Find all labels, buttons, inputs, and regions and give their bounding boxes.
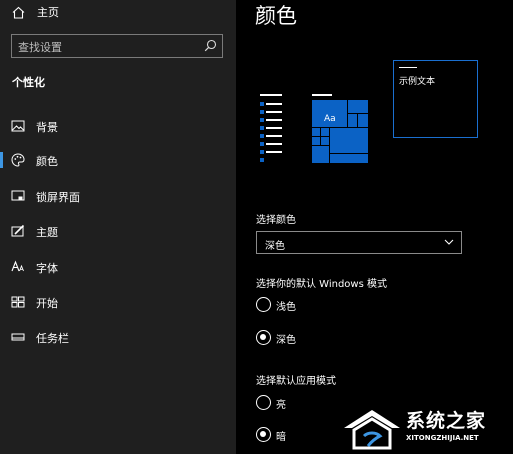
preview-sample-text: 示例文本 <box>399 77 436 87</box>
sidebar-item-start[interactable]: 开始 <box>0 287 236 317</box>
search-icon[interactable] <box>204 39 217 52</box>
sidebar-item-label: 字体 <box>36 262 58 275</box>
font-icon <box>11 260 24 272</box>
sidebar-item-colors[interactable]: 颜色 <box>0 145 236 175</box>
app-mode-dark-label[interactable]: 暗 <box>276 428 286 443</box>
sidebar-item-label: 开始 <box>36 297 58 310</box>
taskbar-icon <box>11 333 25 341</box>
sidebar: 主页 查找设置 个性化 背景 颜色 锁屏界面 主题 字体 开始 任务栏 <box>0 0 236 454</box>
app-mode-label: 选择默认应用模式 <box>256 376 336 387</box>
selection-indicator <box>0 152 3 168</box>
sidebar-item-label: 颜色 <box>36 155 58 168</box>
home-label: 主页 <box>37 6 59 19</box>
watermark-url: XITONGZHIJIA.NET <box>406 434 479 442</box>
preview-underline <box>399 67 417 68</box>
sidebar-item-themes[interactable]: 主题 <box>0 216 236 246</box>
theme-brush-icon <box>11 224 25 237</box>
settings-window: 主页 查找设置 个性化 背景 颜色 锁屏界面 主题 字体 开始 任务栏 颜色 A… <box>0 0 513 454</box>
theme-preview: Aa <box>260 94 368 163</box>
sidebar-item-label: 任务栏 <box>36 332 69 345</box>
watermark-name: 系统之家 <box>406 410 487 432</box>
windows-mode-label: 选择你的默认 Windows 模式 <box>256 279 387 290</box>
windows-mode-dark-label[interactable]: 深色 <box>276 331 296 346</box>
preview-list-bars <box>260 94 282 162</box>
app-mode-light-radio[interactable] <box>256 395 271 410</box>
sidebar-item-label: 锁屏界面 <box>36 191 80 204</box>
preview-tile-text: Aa <box>324 114 336 124</box>
radio-selected-dot <box>260 431 266 437</box>
sample-text-preview: 示例文本 <box>393 60 478 138</box>
search-placeholder: 查找设置 <box>18 41 62 54</box>
choose-color-label: 选择颜色 <box>256 215 296 226</box>
sidebar-item-label: 背景 <box>36 121 58 134</box>
choose-color-dropdown[interactable]: 深色 <box>256 231 462 254</box>
start-tiles-icon <box>11 296 25 308</box>
app-mode-dark-radio[interactable] <box>256 427 271 442</box>
windows-mode-dark-radio[interactable] <box>256 330 271 345</box>
home-nav-item[interactable]: 主页 <box>12 3 59 21</box>
home-icon <box>12 6 25 19</box>
app-mode-light-label[interactable]: 亮 <box>276 396 286 411</box>
windows-mode-light-radio[interactable] <box>256 297 271 312</box>
windows-mode-light-label[interactable]: 浅色 <box>276 298 296 313</box>
search-input[interactable]: 查找设置 <box>11 34 223 58</box>
watermark-logo-icon <box>344 410 400 450</box>
watermark: 系统之家 XITONGZHIJIA.NET <box>342 404 512 454</box>
radio-selected-dot <box>260 334 266 340</box>
page-title: 颜色 <box>255 4 297 28</box>
sidebar-item-lock-screen[interactable]: 锁屏界面 <box>0 181 236 211</box>
sidebar-item-taskbar[interactable]: 任务栏 <box>0 322 236 352</box>
image-icon <box>11 120 25 132</box>
palette-icon <box>11 153 25 167</box>
preview-tiles <box>312 94 368 163</box>
section-title: 个性化 <box>12 76 45 89</box>
sidebar-item-label: 主题 <box>36 226 58 239</box>
lock-screen-icon <box>11 190 25 201</box>
sidebar-item-background[interactable]: 背景 <box>0 111 236 141</box>
chevron-down-icon <box>444 239 454 245</box>
sidebar-item-fonts[interactable]: 字体 <box>0 252 236 282</box>
dropdown-value: 深色 <box>265 241 285 252</box>
